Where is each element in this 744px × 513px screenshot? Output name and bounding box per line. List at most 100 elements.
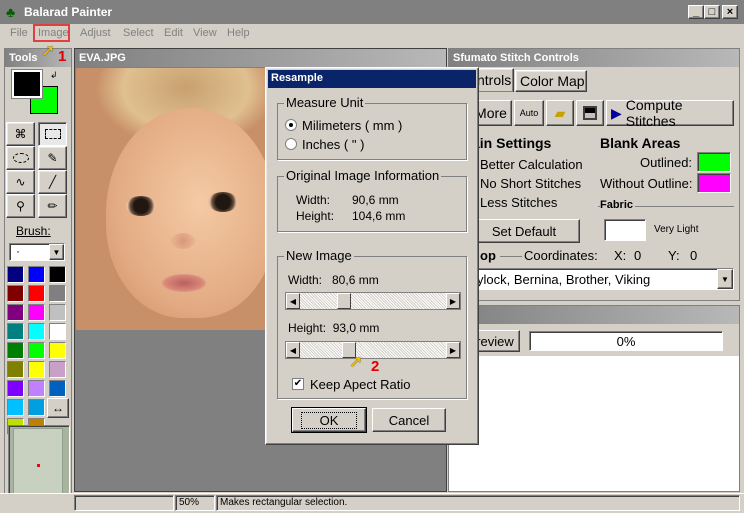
compute-stitches-button[interactable]: ▶ Compute Stitches xyxy=(606,97,734,129)
mm-radio[interactable] xyxy=(285,119,297,131)
palette-swatch[interactable] xyxy=(49,380,66,397)
auto-label: Auto xyxy=(519,108,539,118)
keep-ratio-checkbox[interactable]: ✔ xyxy=(292,378,304,390)
palette-swatch[interactable] xyxy=(49,266,66,283)
foreground-color[interactable] xyxy=(11,69,43,99)
cursor-icon-1: ➚ xyxy=(41,41,56,60)
palette-swatch[interactable] xyxy=(28,323,45,340)
open-folder-button[interactable]: ▰ xyxy=(546,100,574,126)
color-selector[interactable]: ↲ xyxy=(10,69,66,116)
save-button[interactable] xyxy=(576,100,604,126)
palette-swatch[interactable] xyxy=(49,342,66,359)
swap-arrows-button[interactable]: ↔ xyxy=(47,398,69,418)
set-default-button[interactable]: Set Default xyxy=(468,219,580,243)
pencil-tool[interactable]: ✏ xyxy=(38,194,67,218)
width-slider-right[interactable]: ▶ xyxy=(446,293,460,309)
machine-dropdown-button[interactable]: ▼ xyxy=(717,269,733,289)
close-button[interactable]: × xyxy=(722,5,738,19)
outlined-label: Outlined: xyxy=(640,155,693,170)
curve-tool[interactable]: ∿ xyxy=(6,170,35,194)
brush-select[interactable]: · ▼ xyxy=(9,243,65,261)
set-default-label: Set Default xyxy=(491,223,557,239)
x-value: 0 xyxy=(634,248,642,263)
dialog-title: Resample xyxy=(271,72,323,84)
tab-color-map[interactable]: Color Map xyxy=(515,70,587,92)
document-title: EVA.JPG xyxy=(75,49,446,67)
minimize-button[interactable]: _ xyxy=(688,5,704,19)
height-slider-left[interactable]: ◀ xyxy=(286,342,300,358)
new-image-label: New Image xyxy=(284,248,354,263)
without-outline-label: Without Outline: xyxy=(600,176,693,191)
crop-label: op xyxy=(480,248,496,263)
palette-swatch[interactable] xyxy=(7,266,24,283)
menu-select[interactable]: Select xyxy=(123,27,154,39)
width-slider-thumb[interactable] xyxy=(337,293,351,309)
palette-swatch[interactable] xyxy=(28,361,45,378)
option-less-stitches[interactable]: Less Stitches xyxy=(480,195,557,210)
menu-view[interactable]: View xyxy=(193,27,217,39)
palette-swatch[interactable] xyxy=(28,285,45,302)
brush-value: · xyxy=(16,244,20,258)
menu-file[interactable]: File xyxy=(10,27,28,39)
swap-colors-icon[interactable]: ↲ xyxy=(50,70,58,81)
cancel-button[interactable]: Cancel xyxy=(372,408,446,432)
fabric-value: Very Light xyxy=(654,224,699,235)
palette-swatch[interactable] xyxy=(28,399,45,416)
option-no-short-stitches[interactable]: No Short Stitches xyxy=(480,176,581,191)
auto-button[interactable]: Auto xyxy=(514,100,544,126)
palette-swatch[interactable] xyxy=(7,285,24,302)
maximize-button[interactable]: □ xyxy=(704,5,720,19)
orig-width-value: 90,6 mm xyxy=(352,193,399,207)
palette-swatch[interactable] xyxy=(7,304,24,321)
palette-swatch[interactable] xyxy=(49,361,66,378)
preview-title: iew xyxy=(449,306,739,324)
status-message: Makes rectangular selection. xyxy=(216,495,740,511)
zoom-value: 50% xyxy=(179,497,200,508)
menu-edit[interactable]: Edit xyxy=(164,27,183,39)
machine-select[interactable]: ylock, Bernina, Brother, Viking ▼ xyxy=(466,268,734,290)
palette-swatch[interactable] xyxy=(28,380,45,397)
tab-color-map-label: Color Map xyxy=(520,73,585,89)
palette-swatch[interactable] xyxy=(28,304,45,321)
brush-dropdown-button[interactable]: ▼ xyxy=(49,244,64,260)
fabric-color[interactable] xyxy=(604,219,646,241)
height-slider-right[interactable]: ▶ xyxy=(446,342,460,358)
palette-swatch[interactable] xyxy=(28,266,45,283)
rect-select-tool[interactable] xyxy=(38,122,67,146)
y-label: Y: xyxy=(668,248,680,263)
palette-swatch[interactable] xyxy=(7,323,24,340)
outlined-color[interactable] xyxy=(697,152,731,172)
palette-swatch[interactable] xyxy=(28,342,45,359)
palette-swatch[interactable] xyxy=(7,342,24,359)
palette-swatch[interactable] xyxy=(49,285,66,302)
zoom-tool[interactable]: ⚲ xyxy=(6,194,35,218)
mm-label[interactable]: Milimeters ( mm ) xyxy=(302,118,402,133)
line-tool[interactable]: ╱ xyxy=(38,170,67,194)
height-slider[interactable]: ◀ ▶ xyxy=(285,341,461,359)
inch-label[interactable]: Inches ( " ) xyxy=(302,137,364,152)
eyedropper-tool[interactable]: ✎ xyxy=(38,146,67,170)
orig-height-label: Height: xyxy=(296,209,335,223)
ok-button[interactable]: OK xyxy=(291,407,367,433)
menu-image[interactable]: Image xyxy=(38,27,69,39)
palette-swatch[interactable] xyxy=(7,361,24,378)
width-slider[interactable]: ◀ ▶ xyxy=(285,292,461,310)
callout-1: 1 xyxy=(58,48,67,65)
width-slider-left[interactable]: ◀ xyxy=(286,293,300,309)
palette-swatch[interactable] xyxy=(7,380,24,397)
folder-icon: ▰ xyxy=(554,104,566,121)
palette-swatch[interactable] xyxy=(49,323,66,340)
menu-bar xyxy=(0,24,744,42)
inch-radio[interactable] xyxy=(285,138,297,150)
keep-ratio-label[interactable]: Keep Apect Ratio xyxy=(310,377,410,392)
palette-swatch[interactable] xyxy=(49,304,66,321)
lasso-select-tool[interactable]: ⌘ xyxy=(6,122,35,146)
palette-swatch[interactable] xyxy=(7,399,24,416)
menu-help[interactable]: Help xyxy=(227,27,250,39)
photo-nose xyxy=(171,233,195,249)
option-better-calculation[interactable]: Better Calculation xyxy=(480,157,583,172)
without-outline-color[interactable] xyxy=(697,173,731,193)
ellipse-select-tool[interactable] xyxy=(6,146,35,170)
menu-adjust[interactable]: Adjust xyxy=(80,27,111,39)
color-palette xyxy=(7,266,69,435)
